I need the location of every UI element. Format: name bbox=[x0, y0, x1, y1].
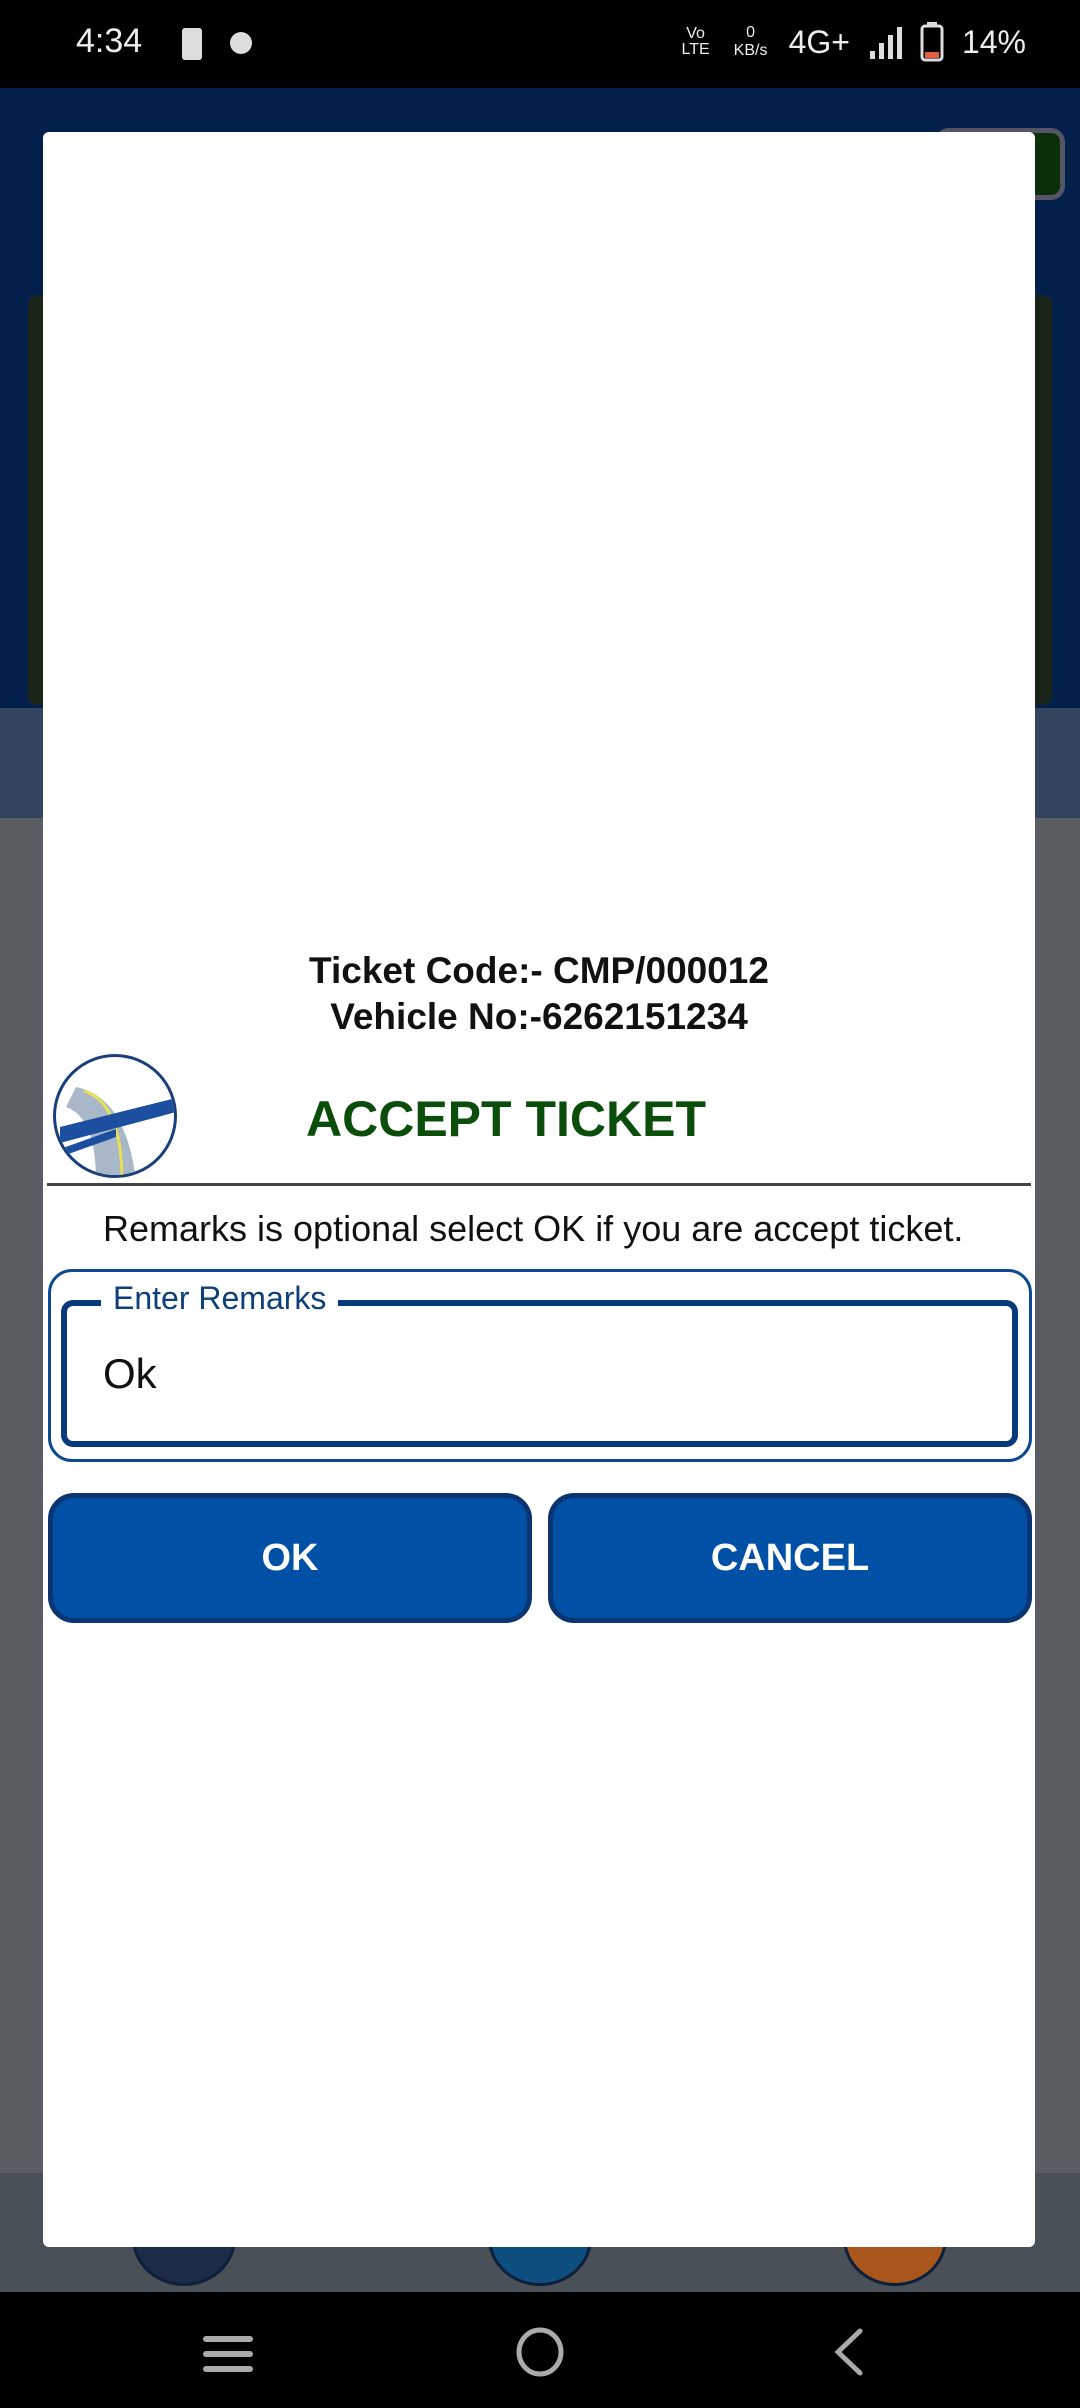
clock: 4:34 bbox=[76, 22, 143, 60]
alert-notification-icon bbox=[182, 28, 202, 60]
volte-indicator: Vo LTE bbox=[681, 25, 710, 58]
home-icon[interactable] bbox=[515, 2326, 565, 2378]
navigation-bar bbox=[0, 2292, 1080, 2408]
ok-button[interactable]: OK bbox=[48, 1493, 532, 1623]
recents-icon[interactable] bbox=[203, 2334, 253, 2374]
vehicle-number: Vehicle No:-6262151234 bbox=[330, 996, 748, 1037]
signal-icon bbox=[869, 27, 902, 59]
battery-percent: 14% bbox=[961, 23, 1026, 60]
cancel-button[interactable]: CANCEL bbox=[548, 1493, 1032, 1623]
dialog-title: ACCEPT TICKET bbox=[306, 1091, 706, 1147]
status-icons: Vo LTE 0 KB/s 4G+ 14% bbox=[679, 22, 1026, 62]
network-type: 4G+ bbox=[788, 23, 850, 60]
divider bbox=[47, 1183, 1031, 1186]
data-speed: 0 KB/s bbox=[733, 24, 768, 59]
remarks-input[interactable] bbox=[103, 1350, 1003, 1398]
back-icon[interactable] bbox=[832, 2328, 866, 2376]
ticket-code: Ticket Code:- CMP/000012 bbox=[309, 950, 769, 991]
remarks-label: Enter Remarks bbox=[101, 1280, 339, 1317]
status-bar: 4:34 Vo LTE 0 KB/s 4G+ 14% bbox=[0, 0, 1080, 88]
battery-icon bbox=[920, 22, 944, 62]
app-notification-icon bbox=[230, 32, 252, 54]
accept-ticket-dialog: Ticket Code:- CMP/000012 Vehicle No:-626… bbox=[43, 132, 1035, 2247]
remarks-hint: Remarks is optional select OK if you are… bbox=[103, 1208, 964, 1249]
